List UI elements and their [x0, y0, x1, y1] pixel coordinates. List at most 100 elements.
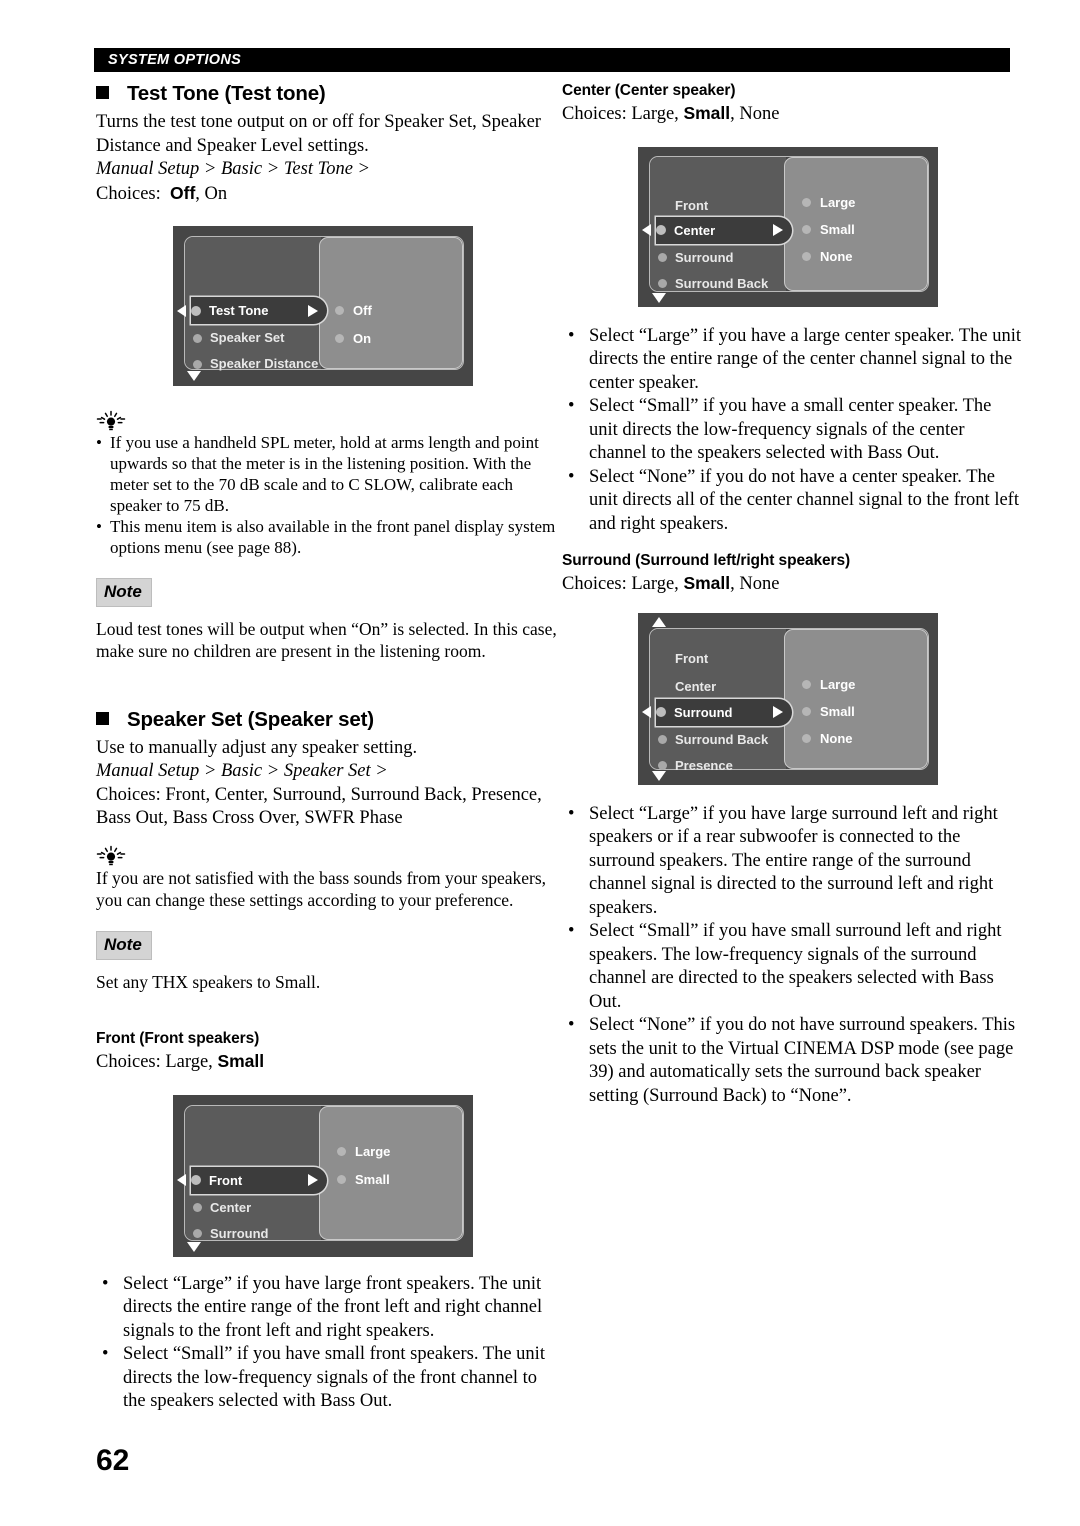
right-caret-icon	[773, 224, 783, 236]
osd-option[interactable]: None	[802, 246, 853, 268]
front-choices: Choices: Large, Small	[96, 1050, 558, 1075]
running-head-text: SYSTEM OPTIONS	[108, 52, 242, 68]
bullet-item: Select “Small” if you have small front s…	[96, 1343, 558, 1414]
osd-menu-item[interactable]: Front	[658, 193, 708, 219]
osd-diagram-test-tone: Speaker Set Speaker Distance Test Tone O…	[173, 226, 473, 386]
option-bullet-icon	[337, 1175, 346, 1184]
osd-menu-item-label: Speaker Set	[210, 330, 285, 345]
osd-menu-item[interactable]: Speaker Distance	[193, 351, 318, 377]
option-bullet-icon	[802, 225, 811, 234]
center-choices: Choices: Large, Small, None	[562, 102, 1024, 127]
osd-menu-item-label: Surround Back	[675, 731, 769, 747]
speaker-set-menu-path: Manual Setup > Basic > Speaker Set >	[96, 761, 388, 781]
option-bullet-icon	[337, 1147, 346, 1156]
left-column: Test Tone (Test tone) Turns the test ton…	[96, 82, 558, 1414]
osd-option[interactable]: Large	[802, 674, 855, 696]
bullet-item: Select “Large” if you have large front s…	[96, 1273, 558, 1344]
choices-pre: Large,	[160, 1052, 218, 1072]
osd-selected-item-label: Center	[674, 222, 716, 238]
tip-item: If you use a handheld SPL meter, hold at…	[96, 432, 558, 516]
menu-bullet-icon	[656, 707, 666, 717]
osd-option-label: None	[820, 249, 853, 264]
bullet-item: Select “Large” if you have large surroun…	[562, 803, 1024, 921]
osd-option[interactable]: Off	[335, 299, 372, 321]
option-bullet-icon	[802, 680, 811, 689]
option-bullet-icon	[802, 707, 811, 716]
tip-list-test-tone: If you use a handheld SPL meter, hold at…	[96, 432, 558, 558]
osd-option[interactable]: Small	[802, 701, 855, 723]
osd-option-label: Large	[355, 1144, 391, 1159]
osd-option[interactable]: On	[335, 327, 371, 349]
menu-bullet-icon	[191, 1175, 201, 1185]
right-caret-icon	[308, 304, 318, 317]
osd-menu-item[interactable]: Center	[658, 674, 716, 700]
osd-selected-item[interactable]: Surround	[642, 698, 792, 726]
osd-menu-item[interactable]: Center	[193, 1195, 251, 1221]
choices-default-value: Small	[683, 573, 731, 593]
osd-option-label: Small	[355, 1172, 390, 1187]
scroll-down-arrow-icon[interactable]	[187, 371, 201, 381]
osd-option[interactable]: None	[802, 728, 853, 750]
osd-option[interactable]: Large	[802, 192, 855, 214]
osd-menu-item[interactable]: Surround Back	[658, 271, 768, 297]
bullet-square-icon	[96, 86, 109, 99]
note-text: Loud test tones will be output when “On”…	[96, 619, 557, 661]
front-bullet-list: Select “Large” if you have large front s…	[96, 1273, 558, 1414]
osd-option-label: Small	[820, 704, 855, 719]
heading-speaker-set-text: Speaker Set (Speaker set)	[127, 707, 374, 731]
osd-menu-item[interactable]: Surround	[193, 1221, 269, 1247]
bullet-item: Select “Small” if you have a small cente…	[562, 395, 1024, 466]
scroll-down-arrow-icon[interactable]	[187, 1241, 201, 1252]
menu-bullet-icon	[658, 735, 667, 744]
osd-menu-item[interactable]: Speaker Set	[193, 325, 284, 351]
menu-bullet-icon	[193, 1203, 202, 1212]
osd-option[interactable]: Small	[802, 219, 855, 241]
choices-post: , None	[730, 574, 780, 594]
osd-menu-item-label: Surround Back	[675, 275, 769, 291]
scroll-down-arrow-icon[interactable]	[652, 292, 666, 303]
osd-menu-item-label: Center	[210, 1199, 252, 1215]
bullet-square-icon	[96, 711, 109, 725]
option-bullet-icon	[802, 198, 811, 207]
option-bullet-icon	[802, 252, 811, 261]
osd-menu-item-label: Presence	[675, 757, 733, 773]
choices-default-value: Small	[683, 103, 731, 123]
menu-bullet-icon	[193, 359, 202, 369]
test-tone-description: Turns the test tone output on or off for…	[96, 112, 541, 156]
bullet-item: Select “None” if you do not have surroun…	[562, 1014, 1024, 1108]
scroll-up-arrow-icon[interactable]	[652, 616, 666, 627]
osd-menu-item[interactable]: Surround Back	[658, 727, 768, 753]
scroll-down-arrow-icon[interactable]	[652, 770, 666, 781]
osd-option-label: Off	[353, 302, 372, 318]
osd-menu-item-label: Center	[675, 678, 717, 694]
osd-selected-item[interactable]: Test Tone	[177, 297, 327, 324]
choices-label: Choices:	[96, 183, 161, 204]
heading-front: Front (Front speakers)	[96, 1030, 260, 1047]
osd-menu-item[interactable]: Surround	[658, 245, 734, 271]
option-bullet-icon	[335, 333, 344, 343]
osd-menu-item[interactable]: Front	[658, 646, 708, 672]
right-caret-icon	[773, 706, 783, 718]
right-column: Center (Center speaker) Choices: Large, …	[562, 82, 1024, 1108]
osd-option[interactable]: Large	[337, 1141, 390, 1163]
bullet-item: Select “Small” if you have small surroun…	[562, 920, 1024, 1014]
menu-bullet-icon	[191, 305, 201, 316]
osd-selected-item-label: Front	[209, 1172, 243, 1188]
osd-menu-item[interactable]: Presence	[658, 753, 733, 779]
osd-selected-item[interactable]: Front	[177, 1166, 327, 1194]
heading-test-tone: Test Tone (Test tone)	[96, 82, 558, 106]
bullet-item: Select “None” if you do not have a cente…	[562, 466, 1024, 537]
left-caret-icon	[642, 706, 651, 718]
heading-speaker-set: Speaker Set (Speaker set)	[96, 708, 558, 732]
osd-selected-item[interactable]: Center	[642, 216, 792, 244]
tip-text: If you are not satisfied with the bass s…	[96, 867, 547, 910]
note-badge: Note	[96, 930, 152, 960]
osd-option[interactable]: Small	[337, 1169, 390, 1191]
heading-center: Center (Center speaker)	[562, 82, 736, 99]
tip-lightbulb-icon	[96, 845, 126, 865]
osd-menu-item-label: Surround	[210, 1225, 269, 1241]
option-bullet-icon	[335, 305, 344, 315]
osd-selected-item-label: Surround	[674, 704, 733, 720]
manual-page: SYSTEM OPTIONS Test Tone (Test tone) Tur…	[0, 0, 1080, 1526]
surround-choices: Choices: Large, Small, None	[562, 572, 1024, 597]
